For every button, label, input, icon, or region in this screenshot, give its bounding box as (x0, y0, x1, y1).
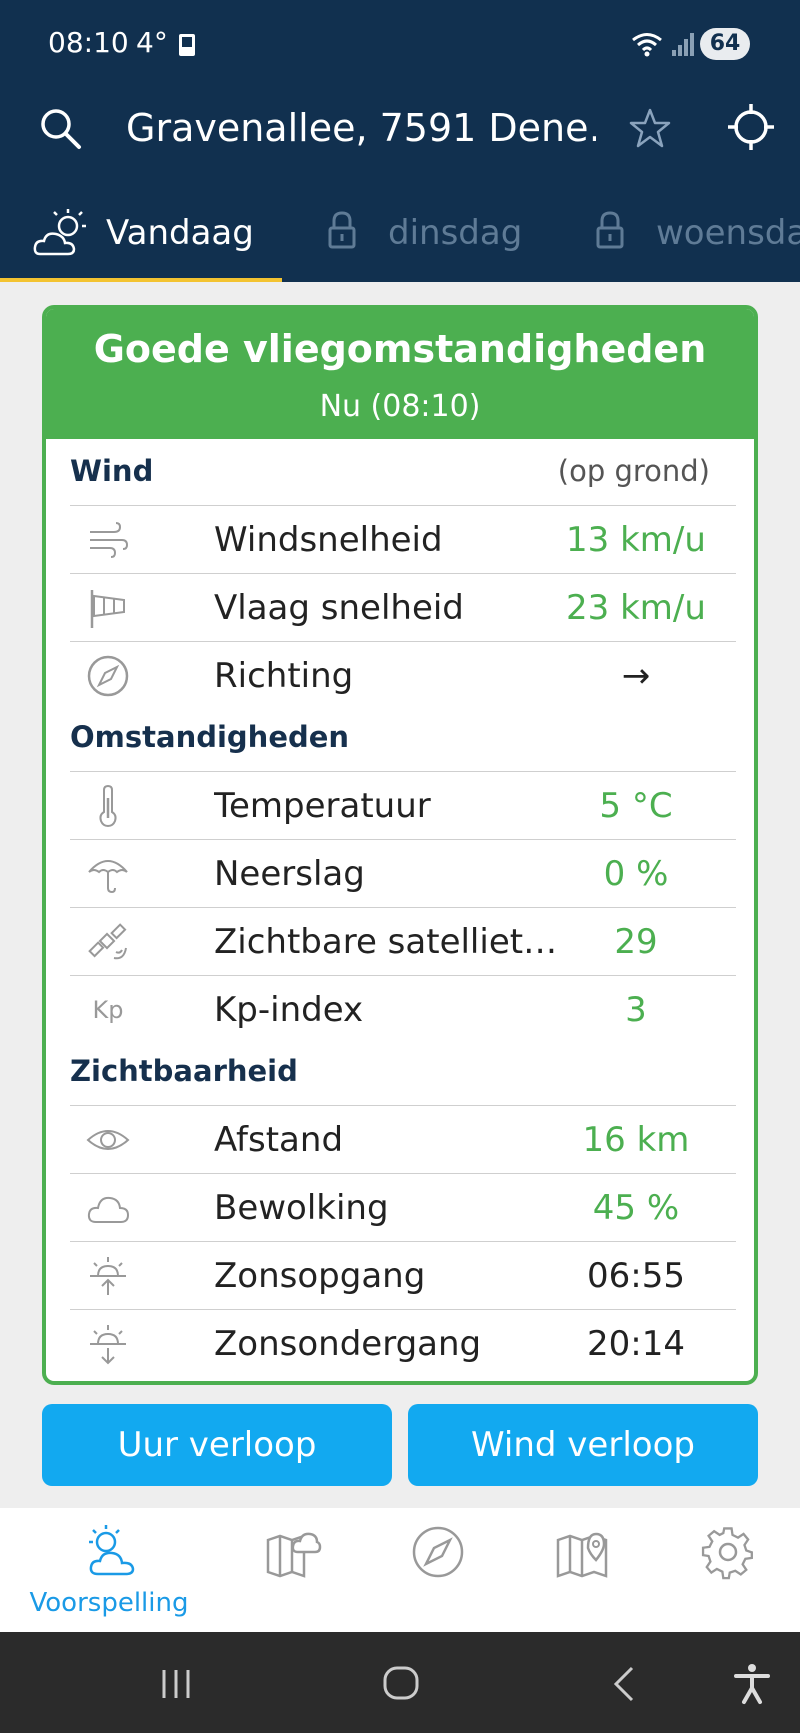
battery-indicator: 64 (700, 28, 750, 60)
current-time-label: Nu (08:10) (319, 389, 481, 424)
search-icon[interactable] (36, 104, 84, 152)
nav-forecast[interactable] (80, 1522, 140, 1582)
section-title-conditions: Omstandigheden (70, 720, 350, 754)
nav-compass[interactable] (408, 1522, 468, 1582)
direction-arrow: → (621, 656, 651, 696)
row-value: 20:14 (587, 1324, 685, 1364)
tab-label: woensda (656, 213, 800, 253)
thermometer-icon (99, 784, 117, 828)
accessibility-icon[interactable] (730, 1662, 774, 1706)
compass-icon (412, 1526, 464, 1578)
lock-icon (328, 211, 356, 249)
search-bar: Gravenallee, 7591 Dene… (0, 88, 800, 188)
signal-icon (672, 33, 694, 56)
crosshair-icon[interactable] (726, 102, 776, 152)
map-pin-icon (556, 1532, 608, 1578)
kp-icon: Kp (92, 996, 124, 1024)
conditions-verdict: Goede vliegomstandigheden (93, 327, 707, 371)
section-title-visibility: Zichtbaarheid (70, 1054, 298, 1088)
tab-label: dinsdag (388, 213, 523, 253)
card-header: Goede vliegomstandigheden Nu (08:10) (46, 309, 754, 439)
cloud-icon (87, 1196, 130, 1223)
location-title[interactable]: Gravenallee, 7591 Dene… (126, 100, 596, 156)
row-value: 29 (614, 922, 658, 962)
nav-settings[interactable] (698, 1522, 758, 1582)
row-label: Windsnelheid (214, 520, 443, 560)
system-navigation-bar (0, 1632, 800, 1733)
tab-tuesday[interactable]: dinsdag (322, 188, 542, 282)
hourly-forecast-button[interactable]: Uur verloop (42, 1404, 392, 1486)
row-satellites: Zichtbare satelliet… 29 (70, 907, 736, 975)
windsock-icon (90, 590, 125, 628)
row-value: 0 % (603, 854, 669, 894)
star-icon[interactable] (628, 106, 672, 150)
status-temperature: 4° (136, 26, 168, 59)
row-value: 13 km/u (566, 520, 706, 560)
tab-label: Vandaag (106, 213, 254, 253)
row-value: 5 °C (599, 786, 673, 826)
app-header: 08:10 4° 64 Gravenallee, 7591 Dene… Vand… (0, 0, 800, 282)
wifi-icon (632, 33, 662, 57)
row-cloud-cover: Bewolking 45 % (70, 1173, 736, 1241)
row-kp-index: Kp Kp-index 3 (70, 975, 736, 1043)
gear-icon (701, 1527, 753, 1580)
section-note-ground: (op grond) (557, 454, 710, 488)
eye-icon (86, 1130, 130, 1150)
row-label: Zichtbare satelliet… (214, 922, 558, 962)
compass-icon (87, 655, 129, 697)
row-temperature: Temperatuur 5 °C (70, 771, 736, 839)
row-label: Zonsondergang (214, 1324, 482, 1364)
active-tab-indicator (0, 278, 282, 282)
status-bar: 08:10 4° 64 (0, 0, 800, 88)
row-distance: Afstand 16 km (70, 1105, 736, 1173)
row-value: 16 km (582, 1120, 690, 1160)
row-gust-speed: Vlaag snelheid 23 km/u (70, 573, 736, 641)
back-icon[interactable] (604, 1662, 648, 1706)
cloud-map-icon (266, 1532, 322, 1578)
sunrise-icon (90, 1257, 126, 1295)
nav-weather-map[interactable] (262, 1522, 322, 1582)
umbrella-icon (88, 860, 128, 894)
row-sunrise: Zonsopgang 06:55 (70, 1241, 736, 1309)
row-label: Neerslag (214, 854, 365, 894)
nav-map[interactable] (552, 1522, 612, 1582)
row-label: Bewolking (214, 1188, 389, 1228)
row-value: 3 (625, 990, 647, 1030)
section-title-wind: Wind (70, 454, 154, 488)
sunset-icon (90, 1325, 126, 1365)
row-wind-direction: Richting → (70, 641, 736, 709)
wind-forecast-button[interactable]: Wind verloop (408, 1404, 758, 1486)
status-time: 08:10 (48, 26, 129, 59)
phone-icon (179, 34, 195, 56)
tab-today[interactable]: Vandaag (0, 188, 282, 282)
home-icon[interactable] (380, 1662, 424, 1706)
partly-cloudy-icon (33, 209, 86, 256)
row-label: Afstand (214, 1120, 344, 1160)
row-label: Temperatuur (214, 786, 431, 826)
bottom-navigation: Voorspelling (0, 1508, 800, 1632)
recent-apps-icon[interactable] (156, 1662, 200, 1706)
tab-wednesday[interactable]: woensda (592, 188, 800, 282)
row-value: 45 % (592, 1188, 680, 1228)
lock-icon (596, 211, 624, 249)
row-precipitation: Neerslag 0 % (70, 839, 736, 907)
row-label: Vlaag snelheid (214, 588, 464, 628)
row-label: Zonsopgang (214, 1256, 426, 1296)
row-value: 23 km/u (566, 588, 706, 628)
conditions-card: Goede vliegomstandigheden Nu (08:10) Win… (42, 305, 758, 1385)
wind-icon (90, 522, 129, 558)
row-wind-speed: Windsnelheid 13 km/u (70, 505, 736, 573)
forecast-icon (89, 1525, 135, 1576)
day-tabs: Vandaag dinsdag woensda (0, 188, 800, 282)
row-sunset: Zonsondergang 20:14 (70, 1309, 736, 1377)
nav-forecast-label[interactable]: Voorspelling (14, 1588, 204, 1618)
row-value: 06:55 (587, 1256, 685, 1296)
satellite-icon (88, 923, 127, 960)
row-label: Richting (214, 656, 354, 696)
row-label: Kp-index (214, 990, 364, 1030)
